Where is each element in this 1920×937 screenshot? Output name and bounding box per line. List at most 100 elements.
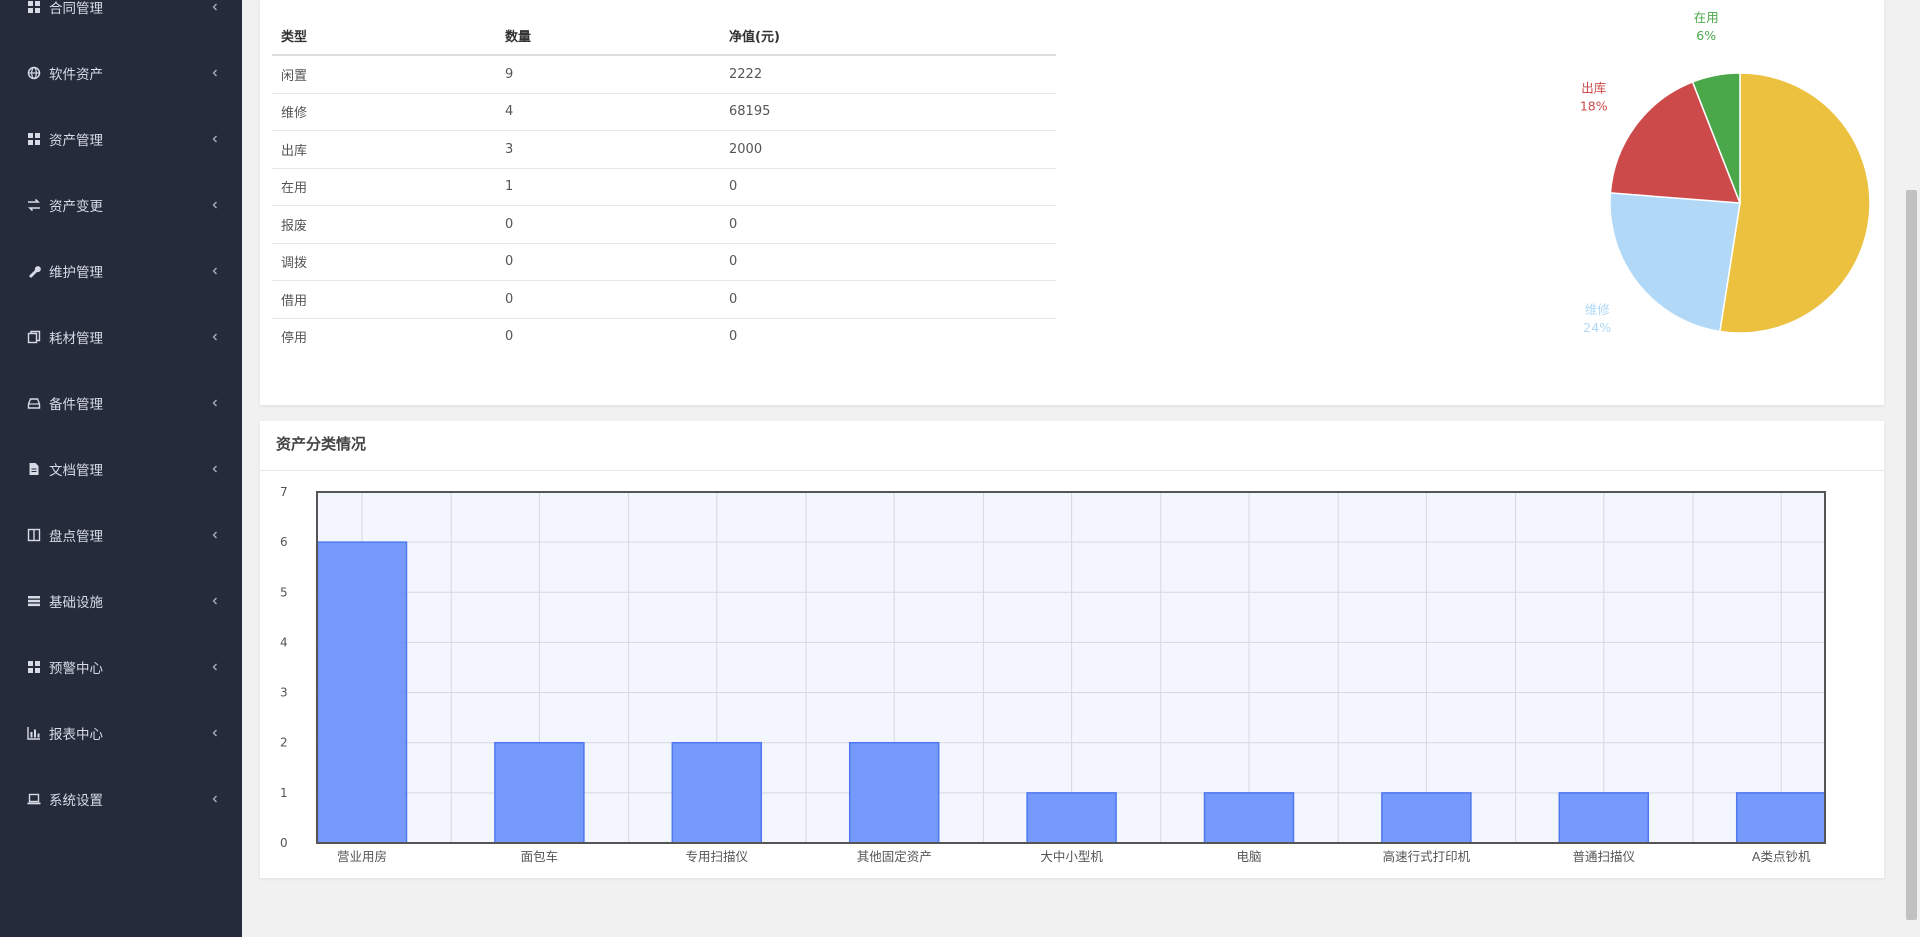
- x-tick-label: 普通扫描仪: [1573, 849, 1636, 864]
- table-cell-net-value: 0: [720, 167, 1056, 206]
- table-row: 出库 3 2000: [272, 130, 1056, 168]
- chevron-left-icon: [212, 333, 217, 341]
- scrollbar-thumb[interactable]: [1906, 190, 1917, 920]
- chevron-left-icon: [212, 135, 217, 143]
- pie-chart-svg: 闲置53%维修24%出库18%在用6%: [1580, 10, 1920, 335]
- bar[interactable]: [1735, 792, 1826, 844]
- table-row: 停用 0 0: [272, 317, 1056, 355]
- sidebar-item-label: 资产变更: [49, 199, 103, 215]
- table-header-net-value: 净值(元): [720, 16, 1056, 56]
- sidebar-item[interactable]: 耗材管理: [0, 317, 242, 357]
- table-header-type: 类型: [272, 16, 496, 56]
- table-cell-type: 调拨: [272, 242, 496, 281]
- sidebar-item[interactable]: 资产管理: [0, 119, 242, 159]
- table-row: 借用 0 0: [272, 280, 1056, 318]
- table-header-count: 数量: [496, 16, 720, 56]
- sidebar-item-label: 预警中心: [49, 661, 103, 677]
- chevron-left-icon: [212, 3, 217, 11]
- sidebar-item[interactable]: 维护管理: [0, 251, 242, 291]
- table-cell-count: 3: [496, 130, 720, 168]
- asset-category-panel: 资产分类情况 0 1 2 3 4 5 6 7 营业用房 面包车 专用扫描仪 其他固定资产 大中小型机 电脑…: [260, 421, 1884, 878]
- table-cell-net-value: 2222: [729, 66, 763, 82]
- bar-chart-icon: [27, 727, 40, 740]
- table-cell-count: 4: [496, 92, 720, 131]
- pie-slice[interactable]: [1719, 72, 1871, 334]
- bar[interactable]: [494, 741, 585, 844]
- chevron-left-icon: [212, 465, 217, 473]
- chevron-left-icon: [212, 267, 217, 275]
- sidebar-item-label: 基础设施: [49, 595, 103, 611]
- copy-icon: [27, 330, 41, 344]
- table-header-row: 类型 数量 净值(元): [272, 16, 1056, 56]
- laptop-icon: [27, 793, 41, 805]
- table-cell-type: 闲置: [281, 68, 308, 84]
- table-row: 调拨 0 0: [272, 242, 1056, 281]
- y-tick-label: 1: [280, 786, 288, 800]
- sidebar-item-label: 报表中心: [49, 727, 103, 743]
- wrench-icon: [29, 266, 41, 278]
- sidebar-item-label: 合同管理: [49, 1, 103, 17]
- table-cell-count: 0: [496, 317, 720, 355]
- page-scrollbar[interactable]: [1903, 0, 1920, 937]
- sidebar-item[interactable]: 文档管理: [0, 449, 242, 489]
- bar[interactable]: [1026, 792, 1117, 844]
- x-tick-label: 营业用房: [337, 849, 387, 864]
- sidebar-item[interactable]: 盘点管理: [0, 515, 242, 555]
- bar[interactable]: [1203, 792, 1295, 844]
- sidebar-item[interactable]: 基础设施: [0, 581, 242, 621]
- chevron-left-icon: [212, 399, 217, 407]
- sidebar-item[interactable]: 合同管理: [0, 0, 242, 27]
- pie-slice-label: 在用: [1694, 10, 1719, 25]
- bar[interactable]: [1558, 792, 1650, 844]
- sidebar-item-label: 系统设置: [49, 793, 103, 809]
- table-row: 在用 1 0: [272, 167, 1056, 206]
- table-row: 闲置 9 2222: [272, 55, 1056, 93]
- sidebar-item[interactable]: 备件管理: [0, 383, 242, 423]
- grid-icon: [28, 1, 40, 13]
- asset-status-pie-chart: 闲置53%维修24%出库18%在用6%: [1560, 0, 1920, 405]
- sidebar-item-label: 资产管理: [49, 133, 103, 149]
- x-tick-label: 大中小型机: [1040, 849, 1103, 864]
- table-cell-count: 0: [496, 280, 720, 318]
- table-cell-net-value: 68195: [720, 92, 1056, 131]
- table-cell-net-value: 0: [720, 280, 1056, 318]
- bar[interactable]: [848, 741, 940, 844]
- bar-chart-svg: 0 1 2 3 4 5 6 7 营业用房 面包车 专用扫描仪 其他固定资产 大中小型机 电脑 高速行式打印机…: [280, 485, 1826, 864]
- sidebar-item[interactable]: 资产变更: [0, 185, 242, 225]
- pie-slice-label: 维修: [1585, 302, 1611, 317]
- bar[interactable]: [671, 741, 763, 844]
- file-icon: [29, 463, 39, 475]
- sidebar-item-label: 维护管理: [49, 265, 103, 281]
- x-tick-label: 其他固定资产: [857, 849, 932, 864]
- asset-status-panel: 类型 数量 净值(元) 闲置 9 2222 维修 4 68195 出库 3 2000 在用 1 0 报废…: [260, 0, 1920, 405]
- sidebar-item-label: 软件资产: [49, 67, 103, 83]
- asset-category-bar-chart: 0 1 2 3 4 5 6 7 营业用房 面包车 专用扫描仪 其他固定资产 大中小型机 电脑 高速行式打印机…: [260, 471, 1884, 878]
- chevron-left-icon: [212, 531, 217, 539]
- table-row: 维修 4 68195: [272, 92, 1056, 131]
- chevron-left-icon: [212, 201, 217, 209]
- chevron-left-icon: [212, 729, 217, 737]
- y-tick-label: 7: [280, 485, 288, 499]
- sidebar-item[interactable]: 预警中心: [0, 647, 242, 687]
- y-tick-label: 0: [280, 836, 288, 850]
- y-tick-label: 2: [280, 736, 288, 750]
- y-tick-label: 6: [280, 535, 288, 549]
- sidebar-item[interactable]: 报表中心: [0, 713, 242, 753]
- table-row: 报废 0 0: [272, 205, 1056, 243]
- pie-slice[interactable]: [1609, 192, 1741, 333]
- table-cell-count: 0: [496, 242, 720, 281]
- table-cell-net-value: 0: [720, 205, 1056, 243]
- sidebar-item[interactable]: 系统设置: [0, 779, 242, 819]
- bar[interactable]: [316, 541, 408, 844]
- table-cell-type: 在用: [272, 167, 496, 206]
- columns-icon: [27, 528, 41, 542]
- table-cell-type: 维修: [272, 92, 496, 131]
- bar[interactable]: [1381, 792, 1472, 844]
- x-tick-label: 电脑: [1236, 849, 1261, 864]
- chevron-left-icon: [212, 597, 217, 605]
- table-cell-type: 报废: [272, 205, 496, 243]
- table-cell-net-value: 0: [720, 317, 1056, 355]
- table-cell-count: 0: [496, 205, 720, 243]
- sidebar-item[interactable]: 软件资产: [0, 53, 242, 93]
- table-cell-net-value: 0: [720, 242, 1056, 281]
